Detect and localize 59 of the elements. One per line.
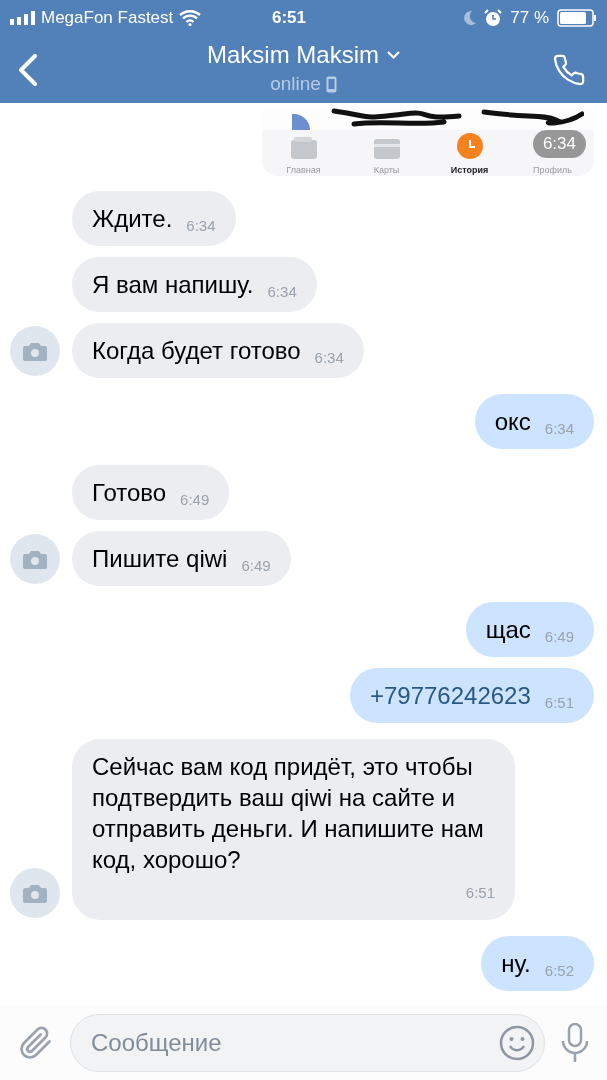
moon-icon bbox=[462, 10, 477, 26]
avatar[interactable] bbox=[10, 326, 60, 376]
clock-time: 6:51 bbox=[272, 7, 307, 30]
outgoing-message[interactable]: окс 6:34 bbox=[474, 394, 594, 449]
carrier-name: MegaFon Fastest bbox=[41, 7, 174, 30]
microphone-icon[interactable] bbox=[561, 1022, 589, 1063]
message-time: 6:34 bbox=[544, 419, 574, 437]
wifi-icon bbox=[179, 10, 202, 26]
screenshot-attachment[interactable]: Главная Карты История Профиль 6:34 bbox=[262, 108, 594, 176]
camera-icon bbox=[23, 341, 47, 361]
chevron-down-icon bbox=[387, 51, 400, 60]
incoming-message[interactable]: Ждите. 6:34 bbox=[72, 191, 236, 246]
message-text: Я вам напишу. bbox=[92, 270, 254, 300]
app-tab[interactable]: История bbox=[450, 165, 489, 175]
phone-icon bbox=[552, 52, 586, 87]
battery-icon bbox=[557, 9, 597, 27]
camera-icon bbox=[23, 549, 47, 569]
message-text: Готово bbox=[92, 478, 167, 508]
back-icon bbox=[18, 53, 38, 86]
incoming-message[interactable]: Пишите qiwi 6:49 bbox=[72, 531, 291, 586]
clock-icon bbox=[456, 133, 483, 159]
message-text: Когда будет готово bbox=[92, 336, 301, 366]
message-text: Сейчас вам код придёт, это чтобы подтвердить ваш qiwi на сайте и отправить деньги. И напишите нам код, хорошо? bbox=[92, 752, 485, 875]
battery-percent: 77 % bbox=[510, 7, 549, 30]
signal-icon bbox=[10, 11, 35, 25]
incoming-message[interactable]: Готово 6:49 bbox=[72, 465, 230, 520]
message-time: 6:34 bbox=[314, 348, 344, 366]
message-text: щас bbox=[485, 615, 531, 645]
message-time: 6:34 bbox=[267, 282, 297, 300]
incoming-message[interactable]: Я вам напишу. 6:34 bbox=[72, 257, 317, 312]
wallet-icon bbox=[290, 137, 317, 159]
online-status: online bbox=[270, 72, 321, 97]
paperclip-icon[interactable] bbox=[18, 1024, 54, 1061]
message-text: ну. bbox=[501, 949, 531, 979]
alarm-icon bbox=[484, 9, 503, 27]
message-field[interactable]: Сообщение bbox=[70, 1013, 545, 1072]
message-time: 6:51 bbox=[465, 883, 495, 903]
camera-icon bbox=[23, 883, 47, 903]
outgoing-message[interactable]: +79776242623 6:51 bbox=[349, 668, 594, 723]
incoming-message[interactable]: Когда будет готово 6:34 bbox=[72, 323, 364, 378]
contact-name[interactable]: Maksim Maksim bbox=[207, 40, 379, 71]
message-text[interactable]: +79776242623 bbox=[369, 680, 531, 711]
message-time: 6:49 bbox=[180, 490, 210, 508]
message-time: 6:49 bbox=[241, 556, 271, 574]
avatar[interactable] bbox=[10, 868, 60, 918]
phone-device-icon bbox=[325, 76, 337, 93]
incoming-message[interactable]: Сейчас вам код придёт, это чтобы подтвердить ваш qiwi на сайте и отправить деньги. И напишите нам код, хорошо? 6:51 bbox=[72, 739, 515, 920]
outgoing-message[interactable]: щас 6:49 bbox=[465, 602, 594, 657]
message-time: 6:52 bbox=[544, 961, 574, 979]
message-time: 6:34 bbox=[186, 216, 216, 234]
message-text: Ждите. bbox=[92, 204, 173, 234]
message-text: окс bbox=[494, 407, 531, 437]
card-icon bbox=[373, 139, 400, 159]
avatar[interactable] bbox=[10, 534, 60, 584]
outgoing-message[interactable]: ну. 6:52 bbox=[481, 936, 594, 991]
message-time: 6:49 bbox=[544, 627, 574, 645]
message-text: Пишите qiwi bbox=[92, 544, 228, 574]
smiley-icon[interactable] bbox=[499, 1024, 535, 1061]
message-time: 6:51 bbox=[544, 693, 574, 711]
